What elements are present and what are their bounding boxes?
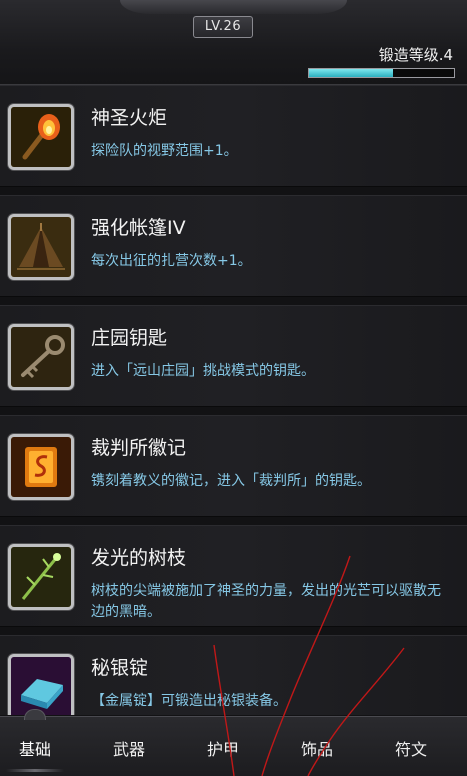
item-name: 庄园钥匙 xyxy=(91,327,168,349)
forge-progress-fill xyxy=(309,69,394,77)
ingot-icon xyxy=(8,654,74,715)
tab-armor[interactable]: 护甲 xyxy=(188,739,258,761)
emblem-icon xyxy=(8,434,74,500)
item-description: 每次出征的扎营次数+1。 xyxy=(91,253,252,269)
item-description: 【金属锭】可锻造出秘银装备。 xyxy=(91,693,287,709)
tab-notch-ornament xyxy=(24,709,46,720)
item-name: 发光的树枝 xyxy=(91,547,187,569)
list-item-emblem[interactable]: 裁判所徽记 镌刻着教义的徽记，进入「裁判所」的钥匙。 xyxy=(0,415,467,517)
header-ornament xyxy=(120,0,347,14)
item-name: 强化帐篷IV xyxy=(91,217,186,239)
item-description: 镌刻着教义的徽记，进入「裁判所」的钥匙。 xyxy=(91,473,371,489)
list-item-torch[interactable]: 神圣火炬 探险队的视野范围+1。 xyxy=(0,85,467,187)
item-name: 神圣火炬 xyxy=(91,107,168,129)
item-name: 裁判所徽记 xyxy=(91,437,187,459)
key-icon xyxy=(8,324,74,390)
item-description: 树枝的尖端被施加了神圣的力量，发出的光芒可以驱散无边的黑暗。 xyxy=(91,583,441,620)
forge-progress-bar xyxy=(308,68,455,78)
list-item-branch[interactable]: 发光的树枝 树枝的尖端被施加了神圣的力量，发出的光芒可以驱散无边的黑暗。 xyxy=(0,525,467,627)
tent-icon xyxy=(8,214,74,280)
list-item-key[interactable]: 庄园钥匙 进入「远山庄园」挑战模式的钥匙。 xyxy=(0,305,467,407)
item-name: 秘银锭 xyxy=(91,657,149,679)
tab-weapons[interactable]: 武器 xyxy=(94,739,164,761)
tab-basic[interactable]: 基础 xyxy=(0,739,70,761)
item-description: 进入「远山庄园」挑战模式的钥匙。 xyxy=(91,363,315,379)
forge-screen: LV.26 锻造等级.4 神圣火炬 探险队的视野范围+1。 强化帐篷IV 每次出… xyxy=(0,0,467,776)
tab-accessories[interactable]: 饰品 xyxy=(282,739,352,761)
item-list[interactable]: 神圣火炬 探险队的视野范围+1。 强化帐篷IV 每次出征的扎营次数+1。 庄园钥… xyxy=(0,85,467,715)
level-badge: LV.26 xyxy=(193,16,253,38)
torch-icon xyxy=(8,104,74,170)
active-tab-indicator xyxy=(6,769,64,772)
item-description: 探险队的视野范围+1。 xyxy=(91,143,238,159)
list-item-tent[interactable]: 强化帐篷IV 每次出征的扎营次数+1。 xyxy=(0,195,467,297)
forge-level-label: 锻造等级.4 xyxy=(378,46,453,64)
category-tabs: 基础 武器 护甲 饰品 符文 xyxy=(0,709,467,776)
header: LV.26 锻造等级.4 xyxy=(0,0,467,85)
tab-runes[interactable]: 符文 xyxy=(376,739,446,761)
branch-icon xyxy=(8,544,74,610)
list-item-ingot[interactable]: 秘银锭 【金属锭】可锻造出秘银装备。 xyxy=(0,635,467,715)
